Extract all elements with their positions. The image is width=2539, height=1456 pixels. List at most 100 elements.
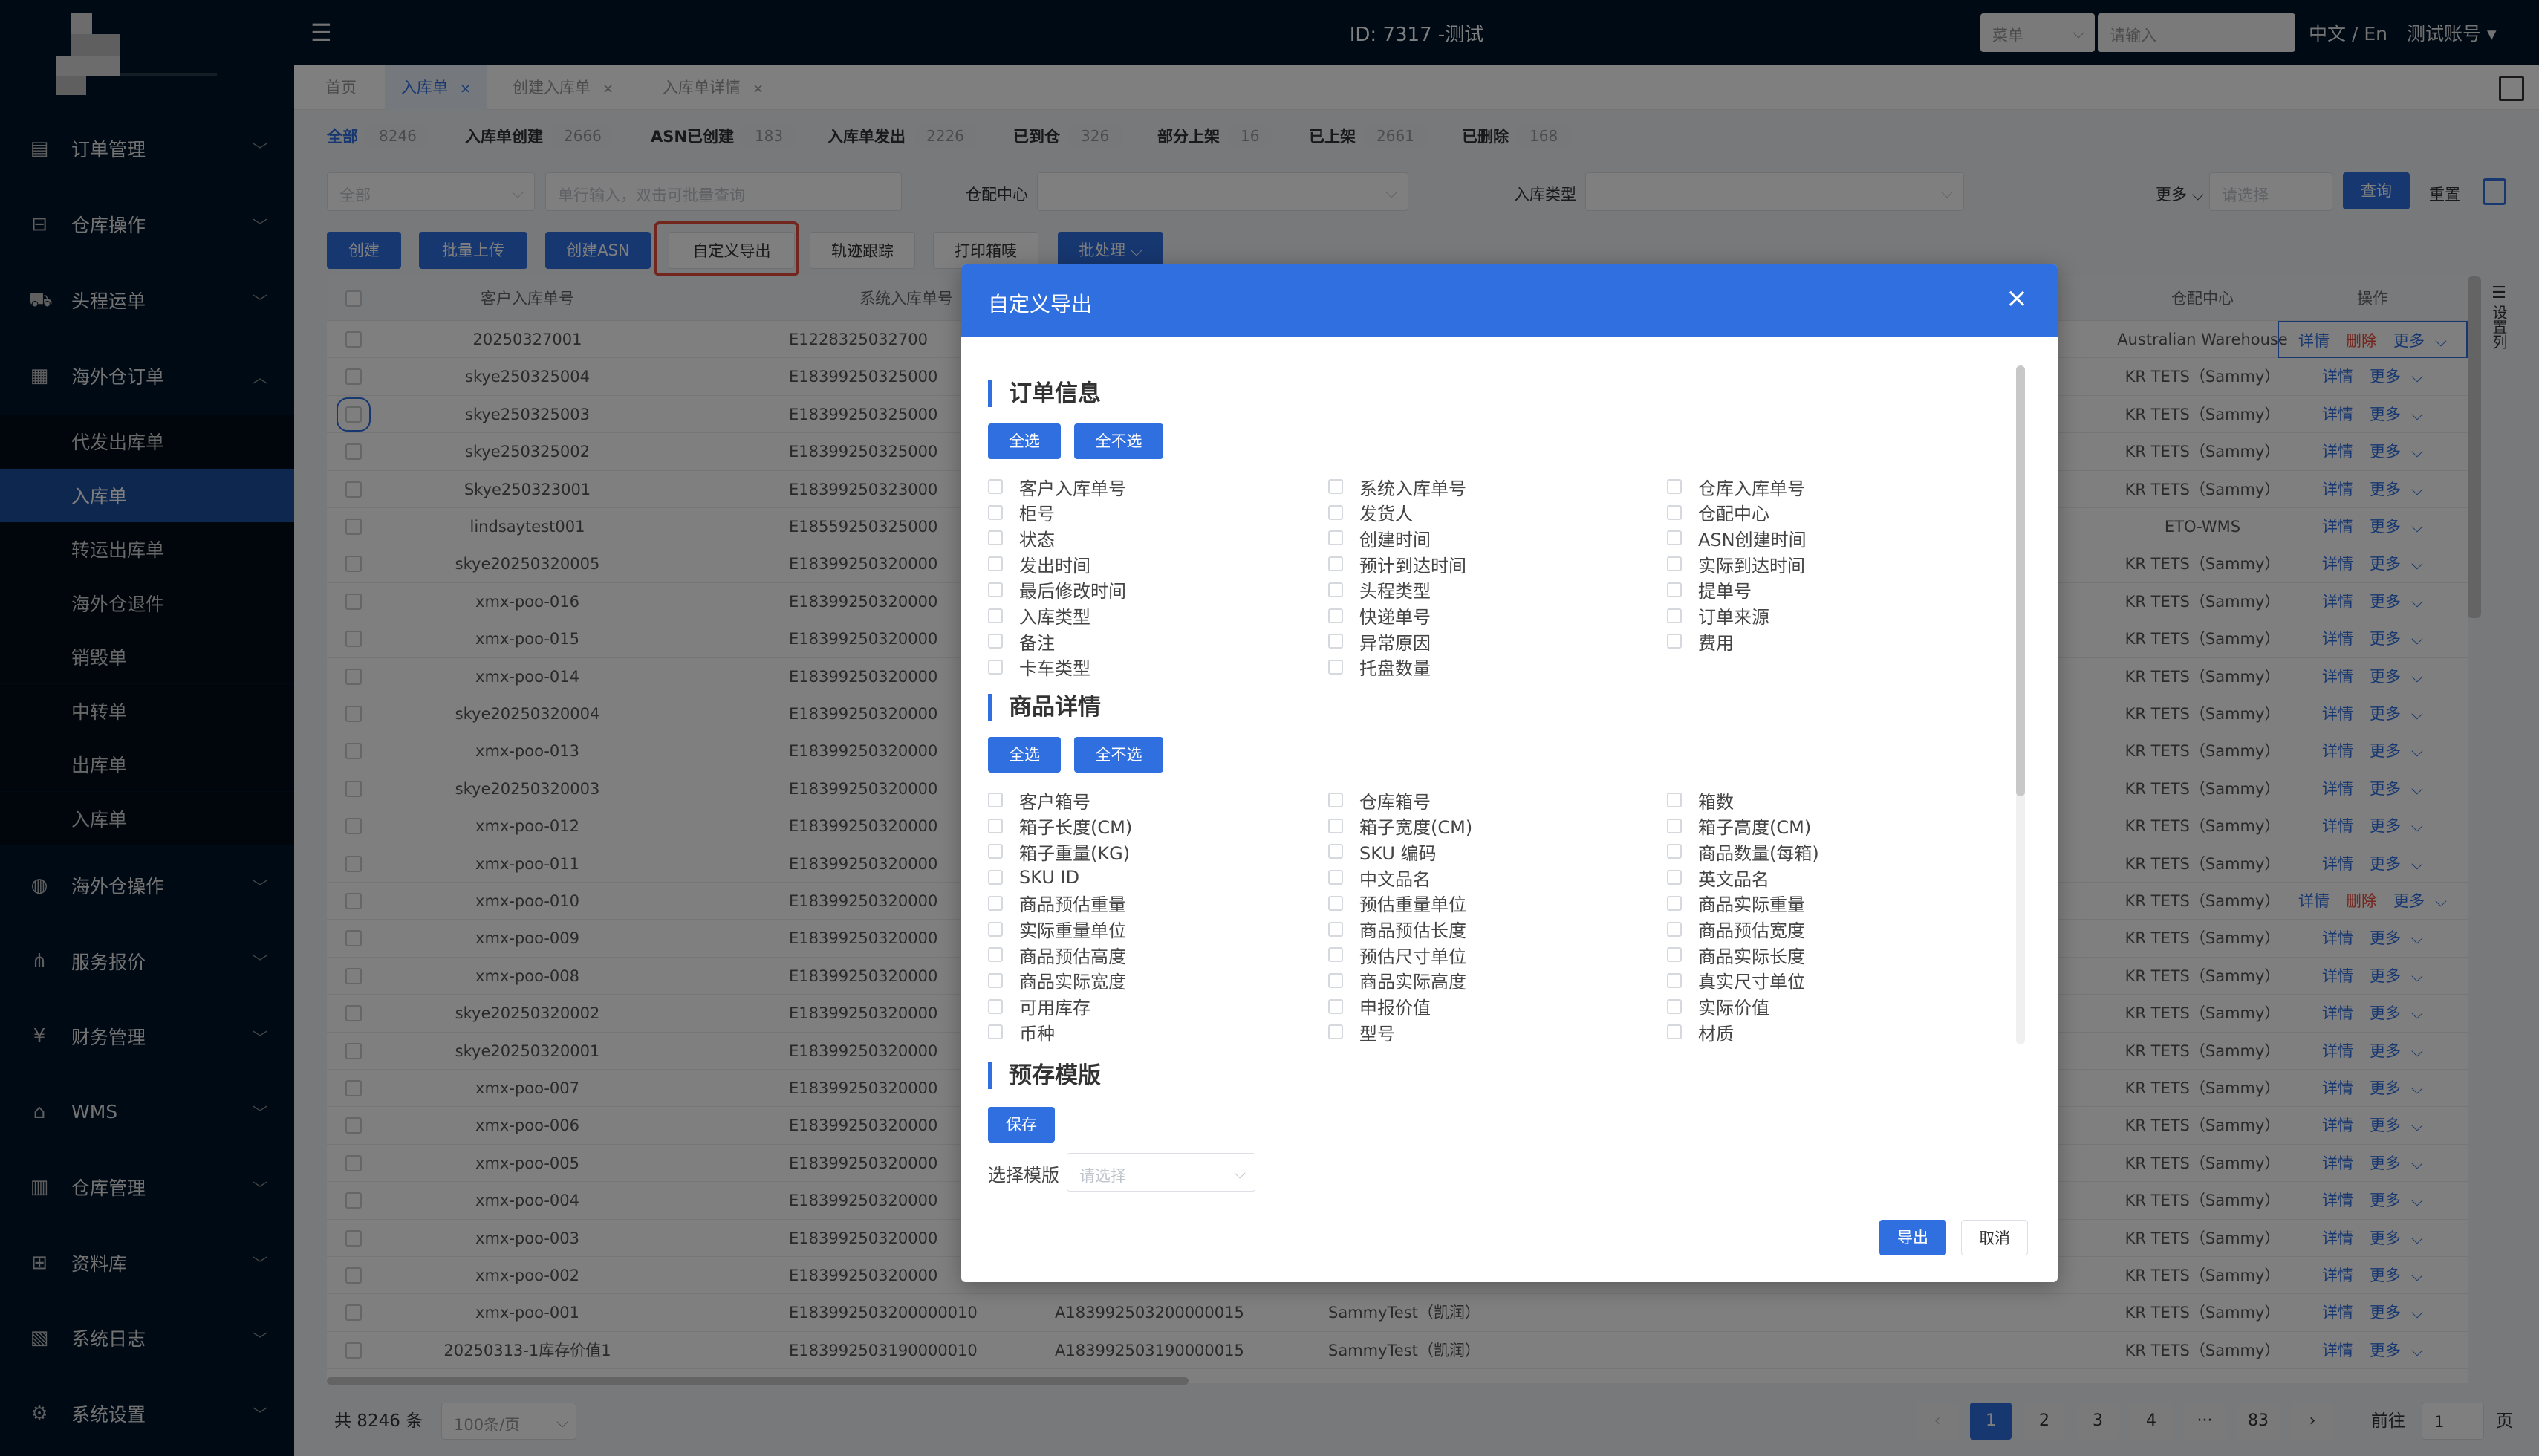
export-field-option[interactable]: 仓库入库单号: [1667, 474, 1805, 499]
export-field-option[interactable]: 商品预估长度: [1328, 917, 1466, 942]
field-checkbox[interactable]: [988, 895, 1003, 911]
export-field-option[interactable]: 商品实际长度: [1667, 942, 1805, 967]
export-field-option[interactable]: 商品实际高度: [1328, 968, 1466, 993]
export-field-option[interactable]: 箱子宽度(CM): [1328, 813, 1472, 839]
field-checkbox[interactable]: [1667, 504, 1682, 520]
field-checkbox[interactable]: [988, 659, 1003, 675]
field-checkbox[interactable]: [988, 504, 1003, 520]
field-checkbox[interactable]: [988, 479, 1003, 494]
field-checkbox[interactable]: [988, 634, 1003, 649]
export-field-option[interactable]: 状态: [988, 525, 1055, 550]
field-checkbox[interactable]: [988, 921, 1003, 937]
field-checkbox[interactable]: [1667, 530, 1682, 546]
export-field-option[interactable]: 托盘数量: [1328, 654, 1431, 680]
field-checkbox[interactable]: [988, 582, 1003, 597]
goods-select-none-button[interactable]: 全不选: [1074, 737, 1163, 773]
cancel-button[interactable]: 取消: [1961, 1220, 2028, 1255]
field-checkbox[interactable]: [988, 818, 1003, 833]
export-field-option[interactable]: 真实尺寸单位: [1667, 968, 1805, 993]
export-field-option[interactable]: 商品实际重量: [1667, 891, 1805, 916]
export-field-option[interactable]: 箱子高度(CM): [1667, 813, 1811, 839]
field-checkbox[interactable]: [988, 1024, 1003, 1040]
export-field-option[interactable]: 柜号: [988, 500, 1055, 525]
field-checkbox[interactable]: [988, 998, 1003, 1014]
field-checkbox[interactable]: [988, 556, 1003, 572]
field-checkbox[interactable]: [1667, 921, 1682, 937]
export-field-option[interactable]: 商品预估重量: [988, 891, 1126, 916]
export-field-option[interactable]: 提单号: [1667, 577, 1752, 602]
field-checkbox[interactable]: [988, 530, 1003, 546]
export-field-option[interactable]: 创建时间: [1328, 525, 1431, 550]
field-checkbox[interactable]: [1328, 504, 1343, 520]
goods-select-all-button[interactable]: 全选: [988, 737, 1061, 773]
field-checkbox[interactable]: [1328, 998, 1343, 1014]
field-checkbox[interactable]: [988, 608, 1003, 623]
export-field-option[interactable]: 可用库存: [988, 994, 1090, 1019]
template-select[interactable]: 请选择 ⌵: [1067, 1153, 1255, 1192]
export-field-option[interactable]: 商品预估高度: [988, 942, 1126, 967]
export-field-option[interactable]: 型号: [1328, 1019, 1395, 1044]
export-button[interactable]: 导出: [1879, 1220, 1946, 1255]
export-field-option[interactable]: 卡车类型: [988, 654, 1090, 680]
field-checkbox[interactable]: [988, 844, 1003, 859]
export-field-option[interactable]: 商品数量(每箱): [1667, 839, 1819, 864]
export-field-option[interactable]: 中文品名: [1328, 865, 1431, 890]
field-checkbox[interactable]: [1328, 793, 1343, 807]
export-field-option[interactable]: 实际到达时间: [1667, 551, 1805, 576]
field-checkbox[interactable]: [1328, 972, 1343, 988]
field-checkbox[interactable]: [1328, 818, 1343, 833]
export-field-option[interactable]: 箱数: [1667, 787, 1734, 813]
field-checkbox[interactable]: [1667, 1024, 1682, 1040]
field-checkbox[interactable]: [1667, 608, 1682, 623]
field-checkbox[interactable]: [1667, 947, 1682, 963]
field-checkbox[interactable]: [1328, 844, 1343, 859]
field-checkbox[interactable]: [1667, 972, 1682, 988]
field-checkbox[interactable]: [1328, 921, 1343, 937]
order-select-none-button[interactable]: 全不选: [1074, 423, 1163, 459]
export-field-option[interactable]: 仓配中心: [1667, 500, 1769, 525]
order-select-all-button[interactable]: 全选: [988, 423, 1061, 459]
field-checkbox[interactable]: [1667, 818, 1682, 833]
field-checkbox[interactable]: [1328, 1024, 1343, 1040]
field-checkbox[interactable]: [1667, 634, 1682, 649]
field-checkbox[interactable]: [1328, 947, 1343, 963]
export-field-option[interactable]: 客户箱号: [988, 787, 1090, 813]
field-checkbox[interactable]: [1667, 895, 1682, 911]
field-checkbox[interactable]: [988, 972, 1003, 988]
export-field-option[interactable]: 币种: [988, 1019, 1055, 1044]
field-checkbox[interactable]: [1328, 479, 1343, 494]
export-field-option[interactable]: 系统入库单号: [1328, 474, 1466, 499]
field-checkbox[interactable]: [1328, 530, 1343, 546]
export-field-option[interactable]: 预估重量单位: [1328, 891, 1466, 916]
export-field-option[interactable]: SKU 编码: [1328, 839, 1437, 864]
export-field-option[interactable]: 箱子重量(KG): [988, 839, 1130, 864]
export-field-option[interactable]: 仓库箱号: [1328, 787, 1431, 813]
field-checkbox[interactable]: [1328, 582, 1343, 597]
field-checkbox[interactable]: [1667, 582, 1682, 597]
export-field-option[interactable]: 客户入库单号: [988, 474, 1126, 499]
field-checkbox[interactable]: [1667, 793, 1682, 807]
export-field-option[interactable]: 英文品名: [1667, 865, 1769, 890]
export-field-option[interactable]: 发货人: [1328, 500, 1413, 525]
field-checkbox[interactable]: [1328, 870, 1343, 885]
export-field-option[interactable]: 头程类型: [1328, 577, 1431, 602]
export-field-option[interactable]: 商品实际宽度: [988, 968, 1126, 993]
export-field-option[interactable]: 备注: [988, 628, 1055, 654]
export-field-option[interactable]: 预计到达时间: [1328, 551, 1466, 576]
export-field-option[interactable]: 发出时间: [988, 551, 1090, 576]
export-field-option[interactable]: 最后修改时间: [988, 577, 1126, 602]
save-template-button[interactable]: 保存: [988, 1107, 1055, 1143]
field-checkbox[interactable]: [988, 793, 1003, 807]
field-checkbox[interactable]: [1667, 870, 1682, 885]
field-checkbox[interactable]: [988, 870, 1003, 885]
export-field-option[interactable]: 实际重量单位: [988, 917, 1126, 942]
export-field-option[interactable]: ASN创建时间: [1667, 525, 1807, 550]
field-checkbox[interactable]: [988, 947, 1003, 963]
field-checkbox[interactable]: [1328, 634, 1343, 649]
export-field-option[interactable]: 订单来源: [1667, 603, 1769, 628]
dialog-scrollbar[interactable]: [2016, 365, 2025, 796]
field-checkbox[interactable]: [1667, 844, 1682, 859]
export-field-option[interactable]: 商品预估宽度: [1667, 917, 1805, 942]
export-field-option[interactable]: 费用: [1667, 628, 1734, 654]
export-field-option[interactable]: 入库类型: [988, 603, 1090, 628]
